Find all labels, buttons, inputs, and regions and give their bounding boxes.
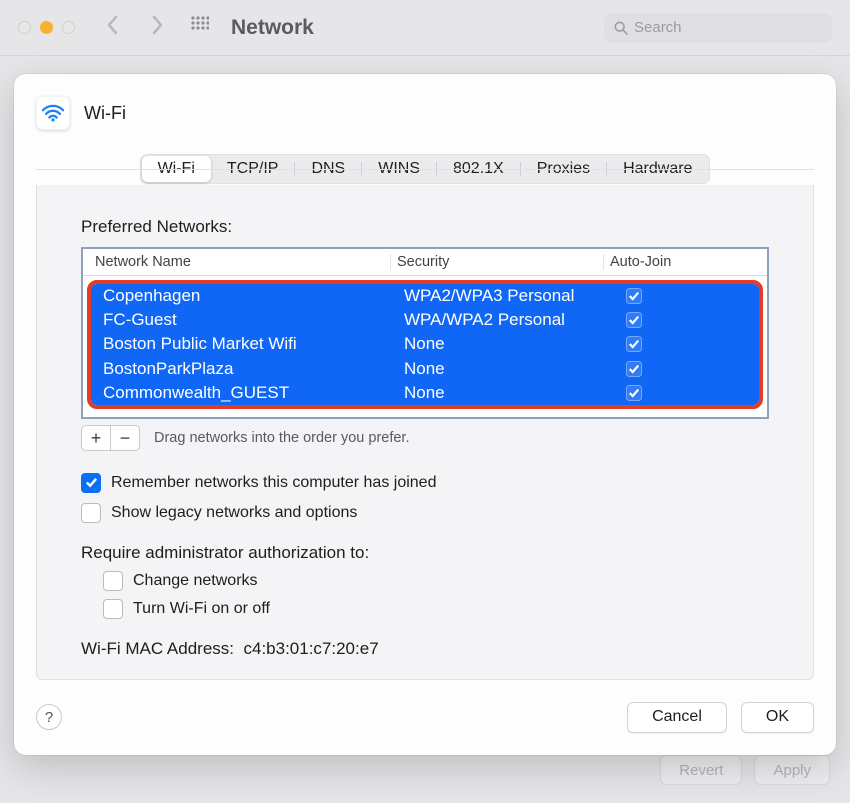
auth-change-networks-checkbox[interactable] — [103, 571, 123, 591]
cell-security: None — [398, 334, 610, 354]
mac-address-value: c4:b3:01:c7:20:e7 — [243, 639, 378, 658]
selection-highlight: CopenhagenWPA2/WPA3 PersonalFC-GuestWPA/… — [87, 280, 763, 409]
legacy-networks-checkbox[interactable] — [81, 503, 101, 523]
autojoin-checkbox[interactable] — [626, 361, 642, 377]
wifi-advanced-sheet: Wi-Fi Wi-FiTCP/IPDNSWINS802.1XProxiesHar… — [14, 74, 836, 755]
search-placeholder: Search — [634, 19, 682, 36]
ok-button[interactable]: OK — [741, 702, 814, 733]
prefs-footer-buttons: Revert Apply — [660, 755, 830, 785]
forward-button[interactable] — [149, 15, 165, 40]
column-header-name[interactable]: Network Name — [83, 254, 391, 270]
all-prefs-grid-icon[interactable] — [191, 16, 231, 39]
cancel-button[interactable]: Cancel — [627, 702, 727, 733]
add-remove-control: + − — [81, 425, 140, 451]
remember-networks-checkbox[interactable] — [81, 473, 101, 493]
apply-button: Apply — [754, 755, 830, 785]
column-header-security[interactable]: Security — [391, 254, 604, 270]
column-header-autojoin[interactable]: Auto-Join — [604, 254, 767, 270]
cell-security: None — [398, 359, 610, 379]
add-network-button[interactable]: + — [82, 426, 111, 450]
autojoin-checkbox[interactable] — [626, 312, 642, 328]
wifi-icon — [36, 96, 70, 130]
reorder-hint: Drag networks into the order you prefer. — [154, 430, 410, 446]
table-row[interactable]: CopenhagenWPA2/WPA3 Personal — [91, 284, 759, 308]
auth-turn-wifi-checkbox[interactable] — [103, 599, 123, 619]
sheet-title: Wi-Fi — [84, 103, 126, 124]
search-input[interactable]: Search — [604, 13, 832, 43]
legacy-networks-label: Show legacy networks and options — [111, 504, 357, 522]
cell-security: WPA2/WPA3 Personal — [398, 286, 610, 306]
table-header-row: Network Name Security Auto-Join — [83, 249, 767, 276]
cell-network-name: FC-Guest — [91, 310, 398, 330]
revert-button: Revert — [660, 755, 742, 785]
table-row[interactable]: BostonParkPlazaNone — [91, 357, 759, 381]
search-icon — [614, 21, 628, 35]
cell-network-name: Commonwealth_GUEST — [91, 383, 398, 403]
preferred-networks-label: Preferred Networks: — [81, 217, 769, 237]
close-window-icon[interactable] — [18, 21, 31, 34]
zoom-window-icon[interactable] — [62, 21, 75, 34]
cell-autojoin — [610, 288, 759, 304]
autojoin-checkbox[interactable] — [626, 336, 642, 352]
cell-security: None — [398, 383, 610, 403]
table-row[interactable]: Boston Public Market WifiNone — [91, 332, 759, 356]
help-button[interactable]: ? — [36, 704, 62, 730]
cell-autojoin — [610, 361, 759, 377]
nav-arrows — [105, 15, 165, 40]
cell-autojoin — [610, 336, 759, 352]
cell-network-name: Boston Public Market Wifi — [91, 334, 398, 354]
remember-networks-label: Remember networks this computer has join… — [111, 474, 436, 492]
table-row[interactable]: Commonwealth_GUESTNone — [91, 381, 759, 405]
traffic-lights — [18, 21, 75, 34]
preferred-networks-table[interactable]: Network Name Security Auto-Join Copenhag… — [81, 247, 769, 419]
cell-autojoin — [610, 312, 759, 328]
window-title: Network — [231, 16, 604, 40]
auth-section-label: Require administrator authorization to: — [81, 543, 769, 563]
table-row[interactable]: FC-GuestWPA/WPA2 Personal — [91, 308, 759, 332]
mac-address-label: Wi-Fi MAC Address: — [81, 639, 234, 658]
mac-address-row: Wi-Fi MAC Address: c4:b3:01:c7:20:e7 — [81, 639, 769, 659]
cell-network-name: BostonParkPlaza — [91, 359, 398, 379]
minimize-window-icon[interactable] — [40, 21, 53, 34]
wifi-panel: Preferred Networks: Network Name Securit… — [36, 185, 814, 680]
remove-network-button[interactable]: − — [111, 426, 139, 450]
window-toolbar: Network Search — [0, 0, 850, 56]
back-button[interactable] — [105, 15, 121, 40]
auth-change-networks-label: Change networks — [133, 572, 258, 590]
cell-autojoin — [610, 385, 759, 401]
autojoin-checkbox[interactable] — [626, 288, 642, 304]
cell-security: WPA/WPA2 Personal — [398, 310, 610, 330]
autojoin-checkbox[interactable] — [626, 385, 642, 401]
cell-network-name: Copenhagen — [91, 286, 398, 306]
auth-turn-wifi-label: Turn Wi-Fi on or off — [133, 600, 270, 618]
